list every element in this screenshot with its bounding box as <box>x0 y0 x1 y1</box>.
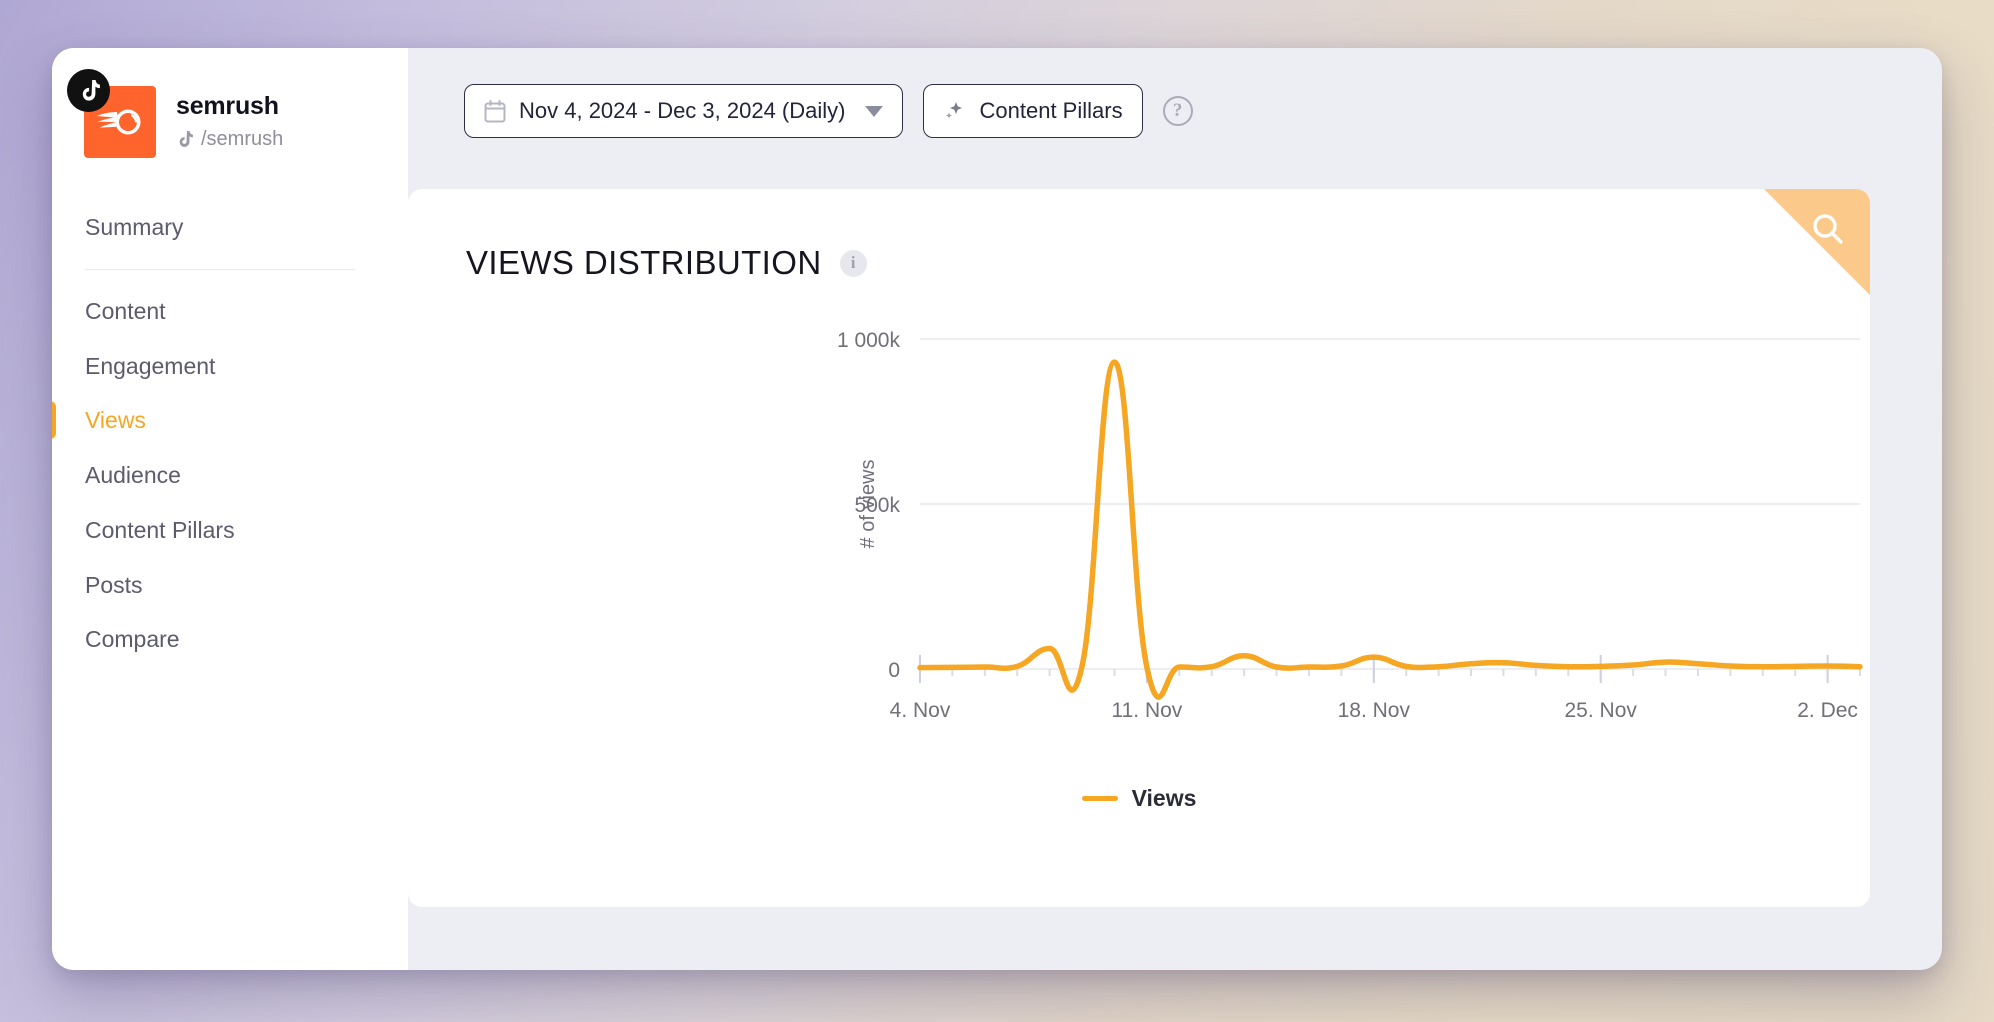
sparkle-icon <box>945 102 962 119</box>
y-axis-tick-label: 0 <box>888 659 900 682</box>
content-pillars-button[interactable]: Content Pillars <box>922 84 1143 138</box>
views-distribution-card: VIEWS DISTRIBUTION i 0 500k 1 000k # of vie… <box>408 189 1870 907</box>
sidebar-item-content-pillars[interactable]: Content Pillars <box>52 503 408 558</box>
x-axis-tick-label: 4. Nov <box>890 699 951 722</box>
info-circle-icon[interactable]: i <box>839 249 867 277</box>
sidebar-nav: Summary Content Engagement Views Audience Con… <box>52 200 408 667</box>
profile-handle-row: /semrush <box>176 128 283 151</box>
sidebar-divider <box>85 268 355 270</box>
avatar-wrap <box>67 69 156 158</box>
semrush-logo-icon <box>97 109 141 135</box>
sidebar-item-summary[interactable]: Summary <box>52 200 408 255</box>
legend-label-views: Views <box>1131 785 1197 811</box>
y-axis-title: # of views <box>857 460 879 549</box>
x-axis-tick-label: 11. Nov <box>1111 699 1182 722</box>
views-series-line[interactable] <box>917 359 1863 700</box>
sidebar-item-audience[interactable]: Audience <box>52 448 408 503</box>
tiktok-small-icon <box>179 130 193 147</box>
sidebar-item-label: Audience <box>85 462 181 488</box>
sidebar-item-label: Views <box>85 407 146 434</box>
chart-legend: Views <box>408 785 1870 812</box>
sidebar-item-label: Posts <box>85 571 143 598</box>
sidebar-item-label: Summary <box>85 214 184 240</box>
tiktok-icon <box>82 79 100 101</box>
toolbar: Nov 4, 2024 - Dec 3, 2024 (Daily) Conten… <box>408 48 1942 138</box>
chevron-down-icon <box>864 105 883 117</box>
date-range-label: Nov 4, 2024 - Dec 3, 2024 (Daily) <box>519 98 846 123</box>
sidebar-item-label: Content <box>85 297 166 324</box>
main-content: Nov 4, 2024 - Dec 3, 2024 (Daily) Conten… <box>408 48 1942 970</box>
legend-swatch-views <box>1081 796 1118 801</box>
x-axis-tick-label: 25. Nov <box>1565 699 1638 722</box>
y-axis-tick-label: 1 000k <box>837 329 901 352</box>
sidebar-item-compare[interactable]: Compare <box>52 612 408 667</box>
sidebar: semrush /semrush Summary Content Engagemen… <box>52 48 408 970</box>
x-axis-tick-label: 2. Dec <box>1797 699 1858 722</box>
sidebar-item-posts[interactable]: Posts <box>52 558 408 613</box>
profile-name: semrush <box>176 92 279 121</box>
profile-header: semrush /semrush <box>52 48 408 158</box>
help-button[interactable]: ? <box>1162 96 1193 126</box>
content-pillars-label: Content Pillars <box>979 98 1123 123</box>
search-icon <box>1813 214 1843 244</box>
sidebar-item-views[interactable]: Views <box>52 393 408 448</box>
sidebar-item-content[interactable]: Content <box>52 284 408 339</box>
date-range-picker[interactable]: Nov 4, 2024 - Dec 3, 2024 (Daily) <box>464 84 903 138</box>
chart-plot-area: 0 500k 1 000k # of views 4. Nov 11. Nov 18. No… <box>408 309 1870 907</box>
card-title-row: VIEWS DISTRIBUTION i <box>408 189 1870 282</box>
x-axis-tick-label: 18. Nov <box>1338 699 1411 722</box>
sidebar-item-label: Engagement <box>85 352 216 379</box>
sidebar-item-label: Compare <box>85 626 180 653</box>
sidebar-item-label: Content Pillars <box>85 516 235 543</box>
app-window: semrush /semrush Summary Content Engagemen… <box>52 48 1942 970</box>
profile-text: semrush /semrush <box>176 93 283 151</box>
views-line-chart: 0500k1 000k# of views4. Nov 11. Nov 18. No… <box>837 329 1863 722</box>
sidebar-item-engagement[interactable]: Engagement <box>52 339 408 394</box>
search-corner-button[interactable] <box>1764 189 1870 295</box>
profile-handle: /semrush <box>201 127 284 150</box>
page-title: VIEWS DISTRIBUTION <box>466 244 822 281</box>
tiktok-badge <box>67 69 110 112</box>
calendar-icon <box>484 99 506 122</box>
